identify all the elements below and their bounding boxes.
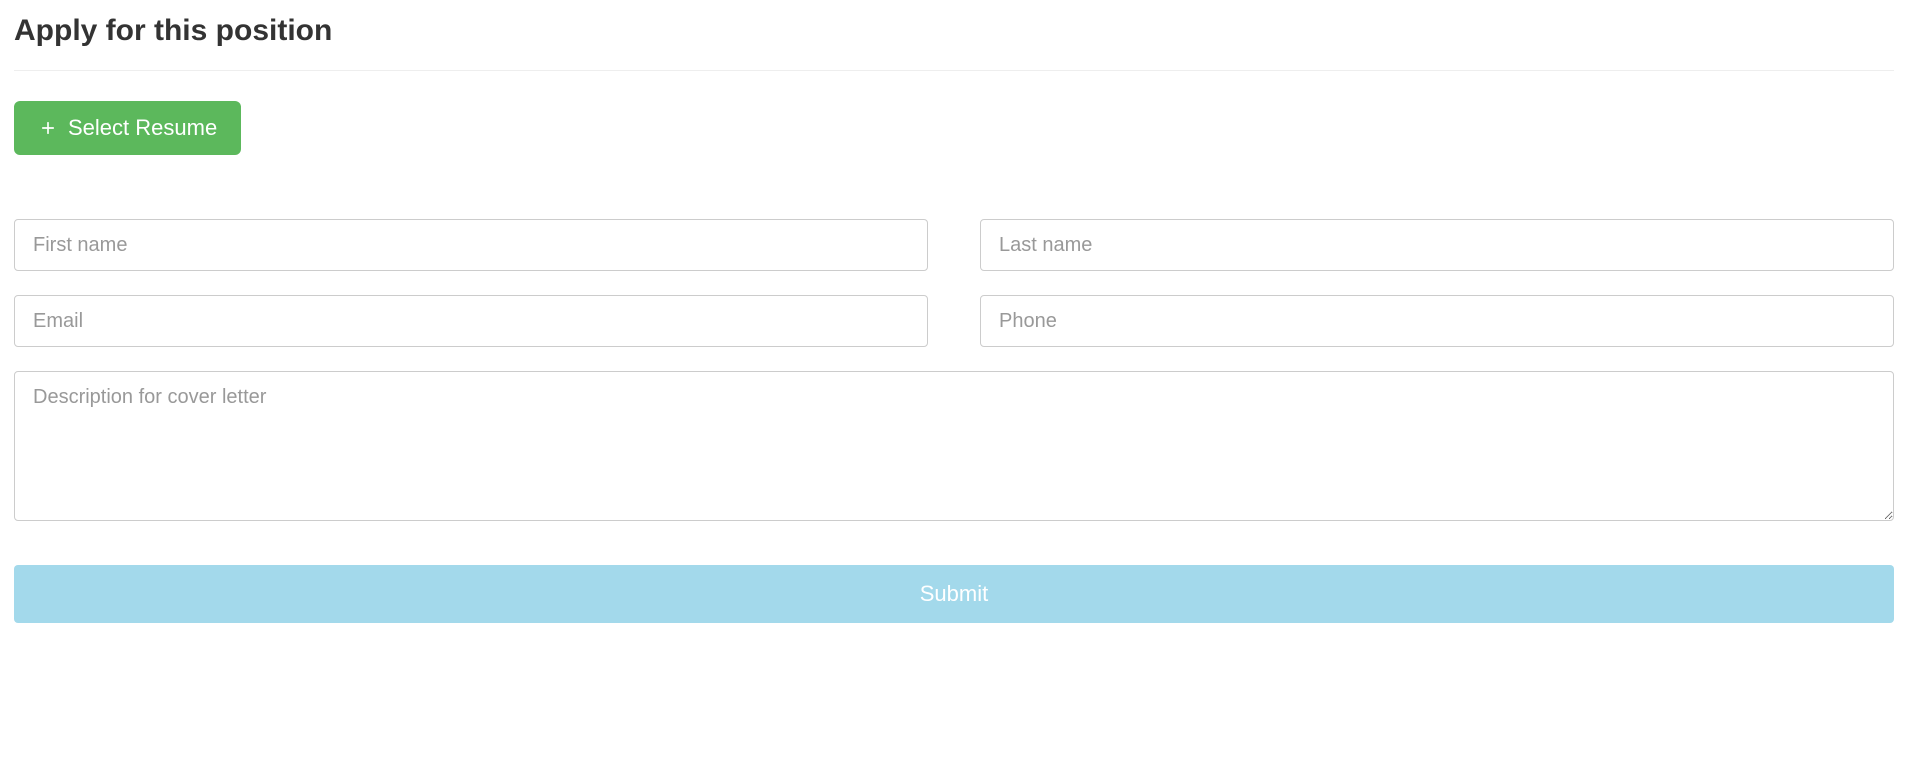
cover-letter-textarea[interactable]: [14, 371, 1894, 521]
plus-icon: [38, 118, 58, 138]
page-title: Apply for this position: [14, 14, 1894, 48]
email-input[interactable]: [14, 295, 928, 347]
select-resume-button[interactable]: Select Resume: [14, 101, 241, 155]
name-row: [14, 219, 1894, 271]
last-name-input[interactable]: [980, 219, 1894, 271]
submit-button[interactable]: Submit: [14, 565, 1894, 623]
divider: [14, 70, 1894, 71]
select-resume-label: Select Resume: [68, 115, 217, 141]
first-name-input[interactable]: [14, 219, 928, 271]
application-form: Submit: [14, 219, 1894, 623]
contact-row: [14, 295, 1894, 347]
cover-letter-row: [14, 371, 1894, 521]
phone-input[interactable]: [980, 295, 1894, 347]
